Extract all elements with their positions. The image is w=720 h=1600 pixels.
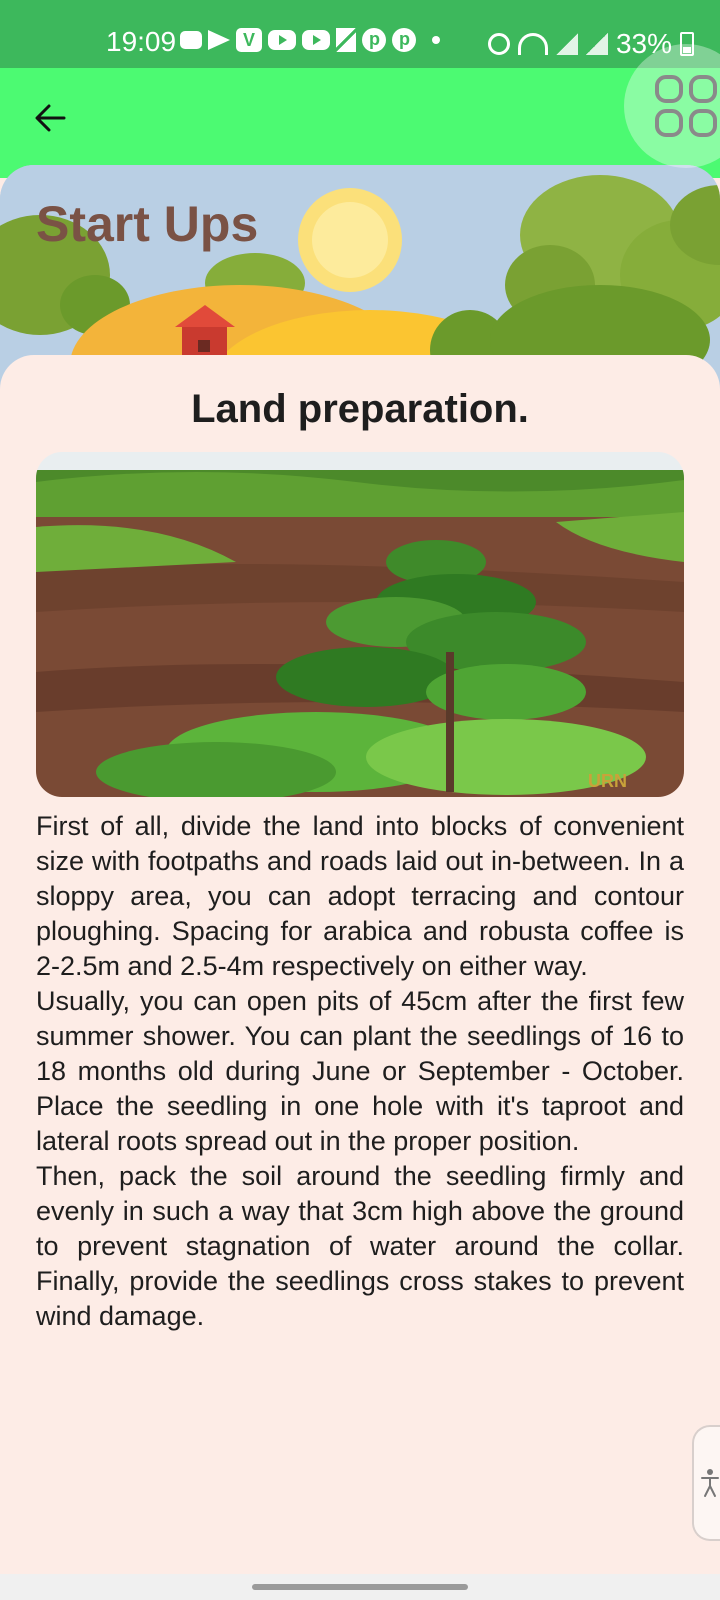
signal-icon: [585, 33, 608, 55]
banner-title: Start Ups: [36, 196, 259, 252]
message-icon: [180, 31, 202, 49]
youtube-icon: [302, 30, 330, 50]
paragraph: Then, pack the soil around the seedling …: [36, 1161, 684, 1331]
article-image: URN: [36, 452, 684, 797]
coffee-seedlings-photo: URN: [36, 452, 684, 797]
image-watermark: URN: [588, 771, 627, 791]
signal-icon: [555, 33, 578, 55]
youtube-icon: [268, 30, 296, 50]
article-title: Land preparation.: [191, 387, 529, 431]
accessibility-button[interactable]: [692, 1425, 720, 1541]
paragraph: First of all, divide the land into block…: [36, 811, 684, 981]
grid-icon: [655, 75, 717, 137]
home-indicator[interactable]: [252, 1584, 468, 1590]
article-body: First of all, divide the land into block…: [36, 809, 684, 1334]
back-button[interactable]: [28, 96, 72, 140]
status-bar: 19:09 V 33%: [0, 0, 720, 68]
pinterest-icon: [392, 28, 416, 52]
pinterest-icon: [362, 28, 386, 52]
dot-icon: [432, 36, 440, 44]
content-card: Land preparation. URN First of all, divi…: [0, 355, 720, 1575]
hourglass-icon: [336, 28, 356, 52]
app-bar: [0, 68, 720, 178]
wifi-icon: [517, 33, 548, 55]
navigation-bar: [0, 1574, 720, 1600]
alarm-icon: [487, 33, 510, 55]
telegram-icon: [208, 30, 230, 50]
paragraph: Usually, you can open pits of 45cm after…: [36, 986, 684, 1156]
v-app-icon: V: [236, 28, 262, 52]
arrow-left-icon: [35, 104, 66, 132]
status-time: 19:09: [106, 26, 177, 57]
accessibility-icon: [701, 1469, 719, 1497]
notification-icons: V: [180, 28, 450, 52]
